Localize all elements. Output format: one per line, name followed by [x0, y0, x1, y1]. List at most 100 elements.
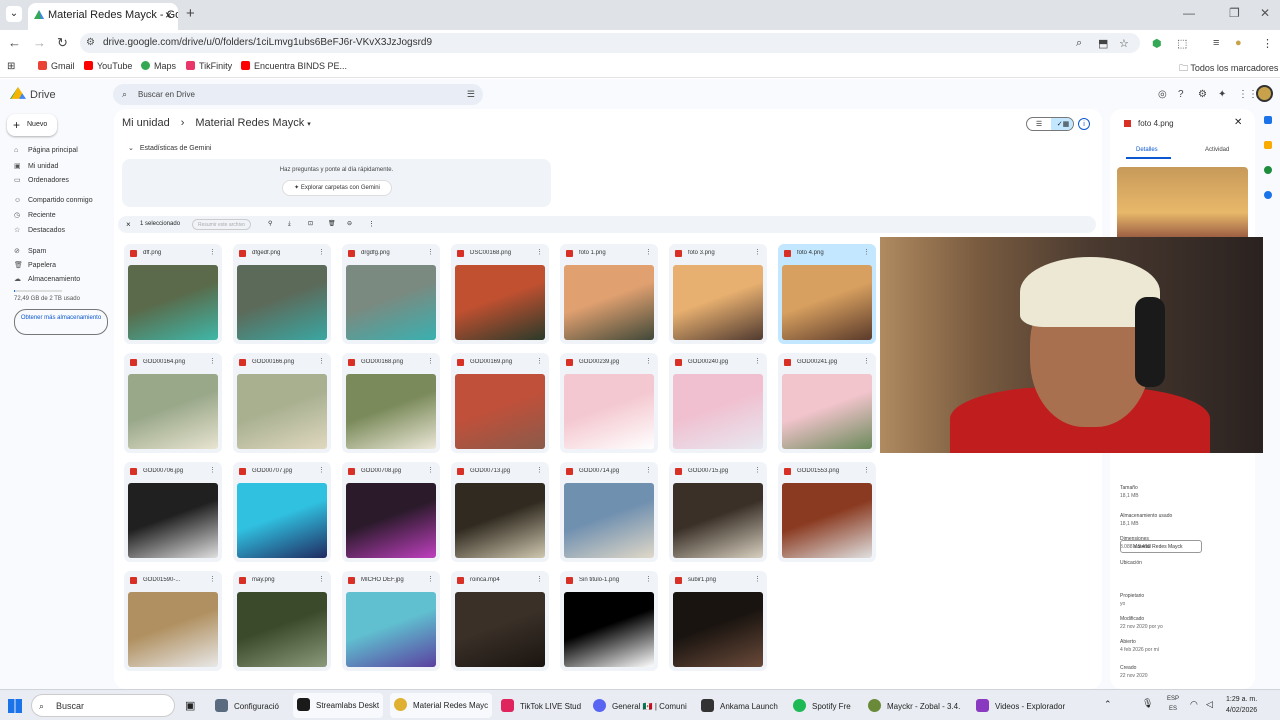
bookmark-star-icon[interactable]: ☆: [1119, 37, 1129, 50]
more-options-icon[interactable]: ⋮: [209, 466, 216, 474]
clear-selection-icon[interactable]: ×: [126, 216, 131, 233]
media-controls-icon[interactable]: ≡: [1213, 37, 1219, 49]
tab-close-icon[interactable]: ×: [165, 3, 172, 27]
file-card[interactable]: roinca.mp4 ⋮: [451, 571, 549, 671]
more-options-icon[interactable]: ⋮: [536, 357, 543, 365]
extension-vpn-icon[interactable]: ⬢: [1152, 37, 1162, 50]
summarize-button[interactable]: Resumir este archivo: [192, 219, 251, 230]
copy-link-icon[interactable]: ⊖: [347, 216, 352, 233]
move-icon[interactable]: ⊡: [308, 216, 313, 233]
download-icon[interactable]: ⤓: [288, 216, 291, 233]
file-card[interactable]: GOD00239.jpg ⋮: [560, 353, 658, 453]
taskbar-app-chrome[interactable]: Material Redes Mayc: [390, 693, 493, 718]
file-card[interactable]: dff.png ⋮: [124, 244, 222, 344]
window-close-icon[interactable]: ✕: [1260, 6, 1270, 20]
bookmark-maps[interactable]: Maps: [141, 61, 176, 71]
chrome-menu-icon[interactable]: ⋮: [1262, 37, 1273, 50]
file-card[interactable]: foto 4.png ⋮: [778, 244, 876, 344]
file-card[interactable]: GOD00164.png ⋮: [124, 353, 222, 453]
file-card[interactable]: GOD00240.jpg ⋮: [669, 353, 767, 453]
new-tab-icon[interactable]: +: [186, 5, 195, 22]
taskbar-clock[interactable]: 1:29 a. m. 4/02/2026: [1226, 694, 1257, 716]
tray-chevron-icon[interactable]: ⌃: [1104, 699, 1112, 710]
zoom-icon[interactable]: ⌕: [1076, 37, 1082, 50]
file-card[interactable]: drgdfg.png ⋮: [342, 244, 440, 344]
taskbar-app-ankama[interactable]: Ankama Launch: [701, 699, 778, 712]
profile-icon[interactable]: ●: [1235, 37, 1242, 49]
bookmark-gmail[interactable]: Gmail: [38, 61, 75, 71]
details-info-icon[interactable]: i: [1078, 118, 1090, 130]
volume-icon[interactable]: ◁: [1206, 699, 1213, 710]
taskbar-app-explorer[interactable]: Videos - Explorador: [976, 699, 1065, 712]
nav-trash[interactable]: 🗑 Papelera: [14, 261, 56, 269]
calendar-icon[interactable]: [1264, 116, 1272, 124]
more-options-icon[interactable]: ⋮: [863, 466, 870, 474]
tasks-icon[interactable]: [1264, 166, 1272, 174]
more-options-icon[interactable]: ⋮: [754, 575, 761, 583]
location-chip[interactable]: Material Redes Mayck: [1120, 540, 1202, 553]
more-options-icon[interactable]: ⋮: [754, 466, 761, 474]
file-card[interactable]: GOD00713.jpg ⋮: [451, 462, 549, 562]
drive-logo[interactable]: Drive: [10, 87, 56, 101]
gemini-insights-header[interactable]: ⌄ Estadísticas de Gemini: [128, 144, 211, 152]
more-options-icon[interactable]: ⋮: [209, 248, 216, 256]
file-card[interactable]: MICHO DEF.jpg ⋮: [342, 571, 440, 671]
file-card[interactable]: Sin titulo-1.png ⋮: [560, 571, 658, 671]
url-field[interactable]: ⚙ drive.google.com/drive/u/0/folders/1ci…: [80, 33, 1140, 53]
list-view-icon[interactable]: ☰: [1027, 118, 1051, 130]
microphone-icon[interactable]: 🎙: [1142, 698, 1153, 709]
more-actions-icon[interactable]: ⋮: [368, 216, 375, 233]
minimize-icon[interactable]: —: [1183, 6, 1195, 20]
taskbar-search[interactable]: ⌕ Buscar: [31, 694, 175, 717]
grid-view-icon[interactable]: ✓▦: [1051, 118, 1073, 130]
taskbar-app-settings[interactable]: Configuració: [215, 699, 279, 712]
file-card[interactable]: GOD00706.jpg ⋮: [124, 462, 222, 562]
all-bookmarks-folder[interactable]: 🗀 Todos los marcadores: [1179, 61, 1278, 77]
nav-starred[interactable]: ☆ Destacados: [14, 226, 65, 234]
breadcrumb-current-folder[interactable]: Material Redes Mayck: [195, 117, 304, 129]
apps-grid-icon[interactable]: ⊞: [7, 61, 15, 72]
install-icon[interactable]: ⬒: [1098, 37, 1108, 50]
more-options-icon[interactable]: ⋮: [318, 575, 325, 583]
taskbar-app-spotify[interactable]: Spotify Fre: [793, 699, 851, 712]
file-card[interactable]: foto 1.png ⋮: [560, 244, 658, 344]
more-options-icon[interactable]: ⋮: [536, 575, 543, 583]
file-card[interactable]: dfgedf.png ⋮: [233, 244, 331, 344]
help-icon[interactable]: ?: [1178, 89, 1184, 100]
back-icon[interactable]: ←: [8, 35, 21, 50]
more-options-icon[interactable]: ⋮: [863, 357, 870, 365]
nav-home[interactable]: ⌂ Página principal: [14, 147, 78, 154]
delete-icon[interactable]: 🗑: [328, 216, 336, 233]
contacts-icon[interactable]: [1264, 191, 1272, 199]
new-button[interactable]: + Nuevo: [7, 114, 57, 136]
more-options-icon[interactable]: ⋮: [318, 248, 325, 256]
wifi-icon[interactable]: ◠: [1190, 699, 1198, 710]
more-options-icon[interactable]: ⋮: [645, 248, 652, 256]
more-options-icon[interactable]: ⋮: [427, 248, 434, 256]
file-card[interactable]: GOD00166.png ⋮: [233, 353, 331, 453]
bookmark-youtube[interactable]: YouTube: [84, 61, 132, 71]
file-card[interactable]: may.png ⋮: [233, 571, 331, 671]
nav-storage[interactable]: ☁ Almacenamiento: [14, 275, 80, 283]
more-options-icon[interactable]: ⋮: [427, 466, 434, 474]
more-options-icon[interactable]: ⋮: [318, 466, 325, 474]
file-card[interactable]: GOD00714.jpg ⋮: [560, 462, 658, 562]
nav-shared[interactable]: ☺ Compartido conmigo: [14, 197, 93, 204]
more-options-icon[interactable]: ⋮: [209, 357, 216, 365]
file-card[interactable]: GOD00708.jpg ⋮: [342, 462, 440, 562]
more-options-icon[interactable]: ⋮: [863, 248, 870, 256]
file-card[interactable]: GOD01590-... ⋮: [124, 571, 222, 671]
tab-activity[interactable]: Actividad: [1205, 147, 1229, 153]
nav-my-drive[interactable]: ▣ Mi unidad: [14, 162, 58, 170]
reload-icon[interactable]: ↻: [57, 35, 68, 51]
taskbar-app-mayckr[interactable]: Mayckr - Zobal - 3.4.: [868, 699, 960, 712]
file-card[interactable]: subir1.png ⋮: [669, 571, 767, 671]
offline-status-icon[interactable]: ◎: [1158, 89, 1167, 100]
file-card[interactable]: GOD00241.jpg ⋮: [778, 353, 876, 453]
windows-start-icon[interactable]: [8, 699, 22, 713]
keep-icon[interactable]: [1264, 141, 1272, 149]
gemini-sparkle-icon[interactable]: ✦: [1218, 89, 1226, 100]
extensions-puzzle-icon[interactable]: ⬚: [1177, 37, 1187, 50]
nav-computers[interactable]: ▭ Ordenadores: [14, 176, 69, 184]
more-options-icon[interactable]: ⋮: [536, 466, 543, 474]
